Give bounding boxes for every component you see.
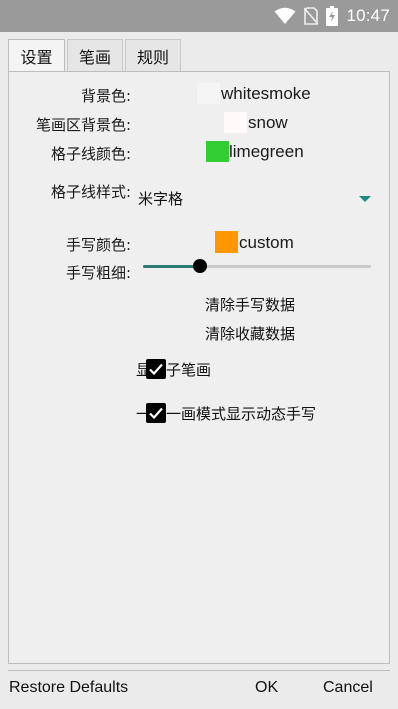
slider-fill bbox=[143, 265, 200, 268]
background-color-label: 背景色: bbox=[80, 87, 131, 105]
status-icons: 10:47 bbox=[274, 4, 390, 28]
tab-rules[interactable]: 规则 bbox=[125, 39, 181, 71]
restore-defaults-button[interactable]: Restore Defaults bbox=[9, 679, 128, 697]
tab-strokes[interactable]: 笔画 bbox=[67, 39, 123, 71]
handwriting-thickness-slider[interactable] bbox=[140, 256, 372, 278]
no-sim-icon bbox=[304, 7, 319, 25]
grid-line-style-label: 格子线样式: bbox=[50, 183, 131, 201]
stroke-area-background-swatch[interactable] bbox=[224, 112, 247, 133]
slider-thumb[interactable] bbox=[193, 259, 207, 273]
grid-line-color-value[interactable]: limegreen bbox=[229, 142, 304, 162]
stroke-area-background-label: 笔画区背景色: bbox=[35, 116, 131, 134]
wifi-icon bbox=[274, 7, 296, 25]
clear-handwriting-button[interactable]: 清除手写数据 bbox=[205, 294, 295, 315]
clear-favorites-button[interactable]: 清除收藏数据 bbox=[205, 323, 295, 344]
tab-settings[interactable]: 设置 bbox=[8, 39, 65, 72]
ok-button[interactable]: OK bbox=[255, 679, 278, 697]
show-sub-strokes-checkbox[interactable]: 显示子笔画 bbox=[136, 357, 236, 381]
stroke-area-background-value[interactable]: snow bbox=[248, 113, 288, 133]
cancel-button[interactable]: Cancel bbox=[323, 679, 373, 697]
grid-line-style-select[interactable]: 米字格 bbox=[136, 182, 376, 212]
grid-line-color-swatch[interactable] bbox=[206, 141, 229, 162]
status-time: 10:47 bbox=[346, 6, 390, 25]
handwriting-thickness-label: 手写粗细: bbox=[65, 264, 131, 282]
background-color-swatch[interactable] bbox=[197, 83, 220, 104]
stroke-by-stroke-mode-checkbox[interactable]: 一笔一画模式显示动态手写 bbox=[136, 401, 356, 425]
background-color-value[interactable]: whitesmoke bbox=[221, 84, 311, 104]
handwriting-color-label: 手写颜色: bbox=[65, 236, 131, 254]
grid-line-style-value: 米字格 bbox=[138, 190, 184, 208]
grid-line-color-label: 格子线颜色: bbox=[50, 145, 131, 163]
dropdown-arrow-icon bbox=[359, 196, 371, 202]
handwriting-color-swatch[interactable] bbox=[215, 231, 238, 253]
checkbox-checked-icon bbox=[146, 403, 166, 423]
status-bar: 10:47 bbox=[0, 0, 398, 32]
handwriting-color-value[interactable]: custom bbox=[239, 233, 294, 253]
footer-divider bbox=[8, 670, 390, 671]
battery-charging-icon bbox=[326, 6, 339, 26]
checkbox-checked-icon bbox=[146, 359, 166, 379]
tab-bar: 设置 笔画 规则 bbox=[8, 39, 183, 72]
